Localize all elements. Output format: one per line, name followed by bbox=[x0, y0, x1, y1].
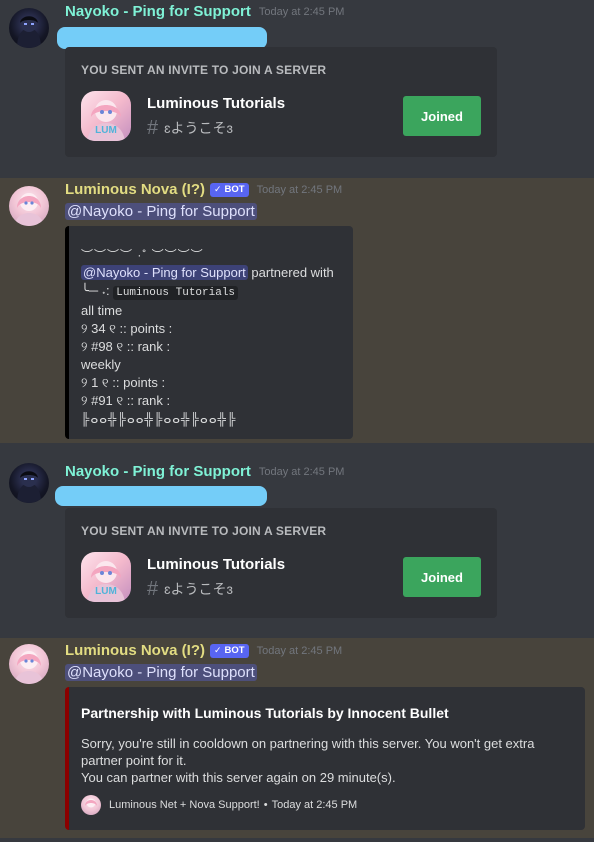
tree-prefix: ╰─ ˖: bbox=[81, 283, 110, 298]
username[interactable]: Nayoko - Ping for Support bbox=[65, 463, 251, 480]
server-name[interactable]: Luminous Tutorials bbox=[147, 95, 285, 112]
bot-avatar[interactable] bbox=[9, 644, 49, 684]
avatar-image-icon bbox=[14, 193, 44, 226]
message-nayoko-1: Nayoko - Ping for Support Today at 2:45 … bbox=[0, 0, 594, 178]
svg-text:LUM: LUM bbox=[95, 125, 117, 136]
username[interactable]: Nayoko - Ping for Support bbox=[65, 3, 251, 20]
partnered-with-text: partnered with bbox=[251, 265, 334, 280]
message-nayoko-2: Nayoko - Ping for Support Today at 2:45 … bbox=[0, 443, 594, 638]
footer-separator: • bbox=[263, 799, 268, 811]
redacted-text bbox=[57, 27, 267, 49]
decoration-bottom: ╠ⴰⴰ╬╠ⴰⴰ╬╠ⴰⴰ╬╠ⴰⴰ╬╠ bbox=[81, 412, 237, 426]
partner-embed: ︶︶︶︶ ·˚ ︶︶︶︶ @Nayoko - Ping for Support … bbox=[65, 226, 353, 439]
message-header: Nayoko - Ping for Support Today at 2:45 … bbox=[65, 463, 344, 480]
server-code: Luminous Tutorials bbox=[113, 286, 239, 300]
stat-line: ୨ 1 ୧ :: points : bbox=[81, 375, 166, 390]
message-content: @Nayoko - Ping for Support bbox=[65, 664, 257, 681]
server-name[interactable]: Luminous Tutorials bbox=[147, 556, 285, 573]
user-avatar[interactable] bbox=[9, 8, 49, 48]
server-line: ╰─ ˖: Luminous Tutorials bbox=[81, 282, 341, 302]
check-icon: ✓ bbox=[214, 645, 222, 655]
cooldown-embed: Partnership with Luminous Tutorials by I… bbox=[65, 687, 585, 830]
bot-tag-label: BOT bbox=[224, 184, 245, 195]
invite-card: YOU SENT AN INVITE TO JOIN A SERVER LUM … bbox=[65, 508, 497, 618]
message-header: Nayoko - Ping for Support Today at 2:45 … bbox=[65, 3, 344, 20]
embed-description-line: You can partner with this server again o… bbox=[81, 770, 396, 785]
bot-tag: ✓ BOT bbox=[210, 643, 249, 658]
user-mention[interactable]: @Nayoko - Ping for Support bbox=[65, 203, 257, 220]
hash-icon: # bbox=[147, 578, 159, 600]
channel-name: ɛようこそɜ bbox=[164, 581, 233, 597]
check-icon: ✓ bbox=[214, 184, 222, 194]
svg-text:LUM: LUM bbox=[95, 586, 117, 597]
user-avatar[interactable] bbox=[9, 463, 49, 503]
stat-line: ୨ #98 ୧ :: rank : bbox=[81, 339, 171, 354]
channel-row: # ɛようこそɜ bbox=[147, 579, 233, 599]
bot-tag: ✓ BOT bbox=[210, 182, 249, 197]
channel-name: ɛようこそɜ bbox=[164, 120, 233, 136]
server-icon[interactable]: LUM bbox=[81, 91, 131, 141]
stat-line: ୨ 34 ୧ :: points : bbox=[81, 321, 173, 336]
invite-title: YOU SENT AN INVITE TO JOIN A SERVER bbox=[81, 524, 327, 538]
server-icon[interactable]: LUM bbox=[81, 552, 131, 602]
hash-icon: # bbox=[147, 117, 159, 139]
invite-card: YOU SENT AN INVITE TO JOIN A SERVER LUM … bbox=[65, 47, 497, 157]
joined-button[interactable]: Joined bbox=[403, 557, 481, 597]
embed-footer: Luminous Net + Nova Support! • Today at … bbox=[81, 795, 357, 815]
bot-tag-label: BOT bbox=[224, 645, 245, 656]
footer-time: Today at 2:45 PM bbox=[271, 799, 358, 811]
username[interactable]: Luminous Nova (I?) bbox=[65, 181, 205, 198]
username[interactable]: Luminous Nova (I?) bbox=[65, 642, 205, 659]
avatar-image-icon bbox=[17, 16, 41, 48]
embed-mention[interactable]: @Nayoko - Ping for Support bbox=[81, 265, 248, 280]
redacted-text bbox=[55, 486, 267, 506]
partner-line: @Nayoko - Ping for Support partnered wit… bbox=[81, 264, 341, 282]
invite-title: YOU SENT AN INVITE TO JOIN A SERVER bbox=[81, 63, 327, 77]
embed-description-line: Sorry, you're still in cooldown on partn… bbox=[81, 736, 535, 768]
bot-avatar[interactable] bbox=[9, 186, 49, 226]
footer-avatar-icon bbox=[81, 795, 101, 815]
timestamp: Today at 2:45 PM bbox=[258, 5, 345, 18]
timestamp: Today at 2:45 PM bbox=[258, 465, 345, 478]
message-header: Luminous Nova (I?) ✓ BOT Today at 2:45 PM bbox=[65, 181, 342, 198]
user-mention[interactable]: @Nayoko - Ping for Support bbox=[65, 664, 257, 681]
embed-title: Partnership with Luminous Tutorials by I… bbox=[81, 705, 449, 721]
message-header: Luminous Nova (I?) ✓ BOT Today at 2:45 PM bbox=[65, 642, 342, 659]
stat-line: ୨ #91 ୧ :: rank : bbox=[81, 393, 171, 408]
avatar-image-icon bbox=[17, 471, 41, 503]
footer-text: Luminous Net + Nova Support! bbox=[109, 799, 260, 811]
timestamp: Today at 2:45 PM bbox=[256, 183, 343, 196]
timestamp: Today at 2:45 PM bbox=[256, 644, 343, 657]
stat-line: weekly bbox=[81, 357, 121, 372]
decoration-top: ︶︶︶︶ ·˚ ︶︶︶︶ bbox=[81, 248, 204, 262]
joined-button[interactable]: Joined bbox=[403, 96, 481, 136]
embed-description: Sorry, you're still in cooldown on partn… bbox=[81, 735, 576, 786]
channel-row: # ɛようこそɜ bbox=[147, 118, 233, 138]
message-content: @Nayoko - Ping for Support bbox=[65, 203, 257, 220]
stat-line: all time bbox=[81, 303, 123, 318]
avatar-image-icon bbox=[14, 651, 44, 684]
